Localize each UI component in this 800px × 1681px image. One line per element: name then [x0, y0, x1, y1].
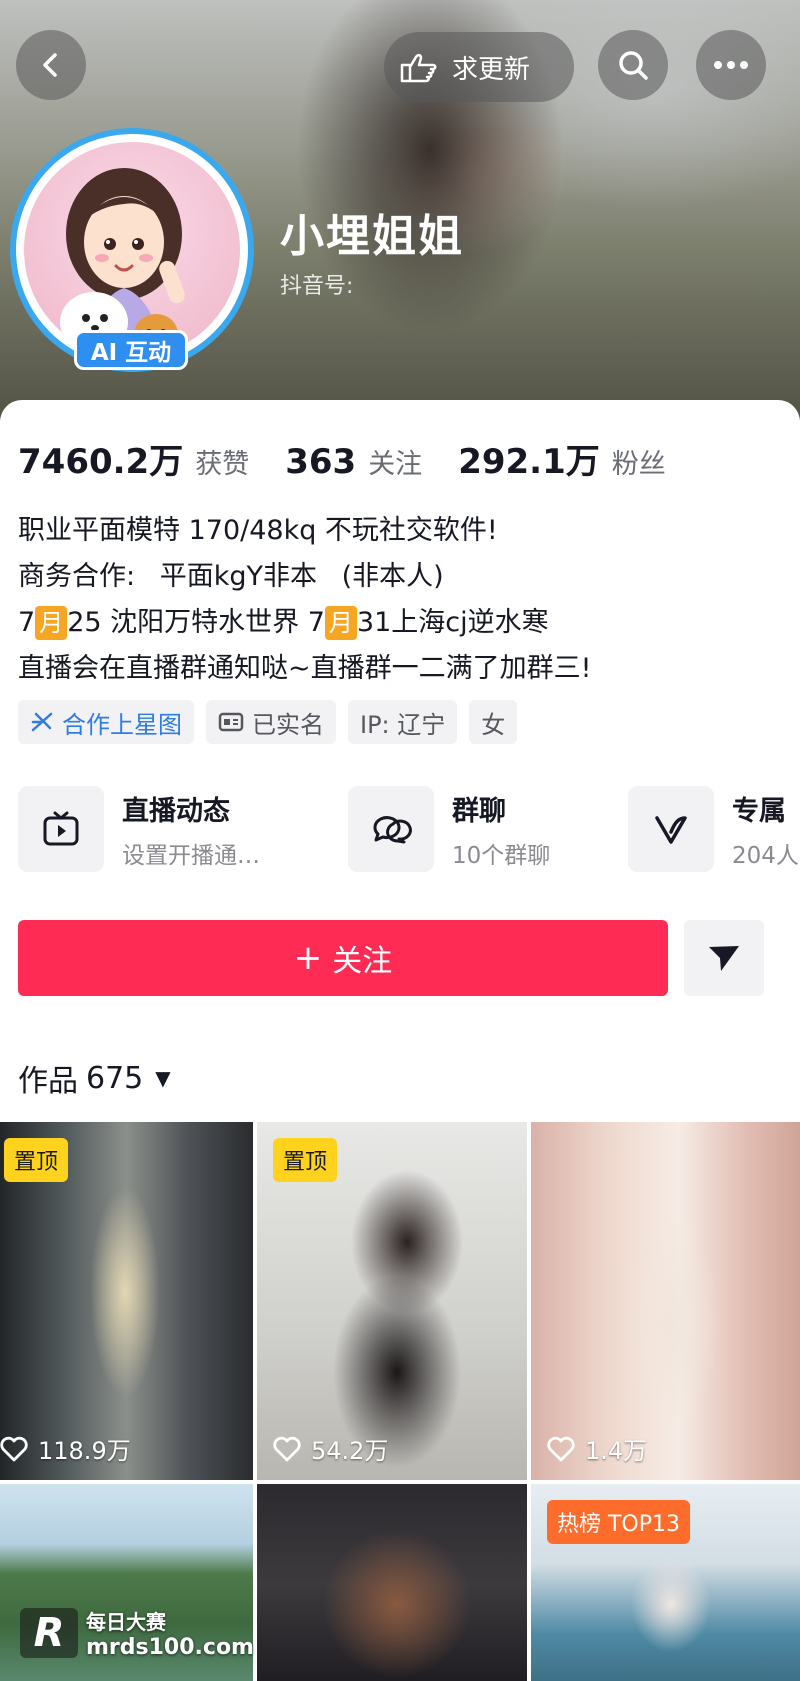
- request-update-button[interactable]: 求更新: [384, 32, 574, 102]
- month-badge: 月: [35, 606, 68, 640]
- bio-line-2-c: kgY非本: [213, 561, 317, 592]
- search-button[interactable]: [598, 30, 668, 100]
- followers-label[interactable]: 粉丝: [612, 442, 666, 481]
- caret-down-icon: ▼: [155, 1066, 171, 1090]
- video-likes: 118.9万: [0, 1431, 131, 1466]
- tag-verified[interactable]: 已实名: [206, 700, 336, 744]
- search-icon: [619, 51, 648, 80]
- bio-line-2-d: (非本人): [341, 561, 444, 592]
- video-likes: 54.2万: [273, 1431, 388, 1466]
- video-likes: 1.4万: [547, 1431, 647, 1466]
- watermark-logo: R: [20, 1608, 78, 1658]
- works-label: 作品: [18, 1064, 78, 1099]
- works-tab[interactable]: 作品 675 ▼: [18, 1056, 171, 1100]
- back-button[interactable]: [16, 30, 86, 100]
- profile-name: 小埋姐姐: [280, 211, 464, 262]
- feature-sub: 设置开播通…: [122, 842, 260, 869]
- likes-count: 7460.2万: [18, 442, 184, 482]
- send-icon: [709, 946, 739, 971]
- heart-icon: [547, 1436, 575, 1461]
- pinned-badge: 置顶: [273, 1138, 338, 1182]
- bio-line-1: 职业平面模特 170/48kq 不玩社交软件!: [18, 515, 498, 546]
- following-label[interactable]: 关注: [368, 442, 422, 481]
- bio-line-3-c: 31上海cj逆水寒: [356, 607, 549, 638]
- followers-count[interactable]: 292.1万: [458, 434, 600, 483]
- site-watermark: R 每日大赛 mrds100.com: [20, 1606, 254, 1660]
- bio-line-3-b: 25 沈阳万特水世界 7: [67, 607, 325, 638]
- more-button[interactable]: [696, 30, 766, 100]
- bio-line-2: 商务合作: 平面kgY非本 (非本人): [18, 554, 788, 600]
- tag-label: IP: 辽宁: [360, 710, 446, 739]
- profile-bio: 职业平面模特 170/48kq 不玩社交软件! 商务合作: 平面kgY非本 (非…: [18, 508, 788, 692]
- avatar-illustration: [24, 142, 240, 358]
- bio-line-3: 7 月 25 沈阳万特水世界 7 月 31上海cj逆水寒: [18, 600, 788, 646]
- following-count[interactable]: 363: [285, 442, 356, 482]
- video-thumbnail[interactable]: [257, 1484, 527, 1681]
- ai-interact-badge[interactable]: AI 互动: [74, 330, 188, 370]
- share-button[interactable]: [684, 920, 764, 996]
- tag-label: 已实名: [252, 710, 324, 739]
- more-horizontal-icon: [714, 61, 748, 69]
- tag-ip: IP: 辽宁: [348, 700, 458, 744]
- chat-bubbles-icon: [373, 816, 412, 844]
- id-card-icon: [218, 712, 244, 732]
- feature-exclusive[interactable]: 专属 204人: [628, 786, 800, 872]
- follow-button[interactable]: + 关注: [18, 920, 668, 996]
- feature-group-chat[interactable]: 群聊 10个群聊: [348, 786, 628, 872]
- feature-icon-box: [628, 786, 714, 872]
- video-thumbnail[interactable]: 1.4万: [531, 1122, 800, 1480]
- bio-line-2-b: 平面: [159, 561, 214, 592]
- tag-label: 合作上星图: [62, 710, 182, 739]
- video-thumbnail[interactable]: 置顶 54.2万: [257, 1122, 527, 1480]
- feature-icon-box: [18, 786, 104, 872]
- follow-label: 关注: [332, 944, 393, 979]
- month-badge: 月: [324, 606, 357, 640]
- star-map-icon: [31, 712, 53, 732]
- profile-stats: 7460.2万 获赞 363 关注 292.1万 粉丝: [18, 434, 702, 483]
- video-thumbnail[interactable]: 热榜 TOP13: [531, 1484, 800, 1681]
- pinned-badge: 置顶: [4, 1138, 69, 1182]
- watermark-name: 每日大赛: [86, 1610, 166, 1634]
- feature-sub: 204人: [732, 842, 799, 869]
- pointing-hand-icon: [400, 53, 437, 83]
- likes-count: 118.9万: [38, 1437, 131, 1465]
- bio-line-2-a: 商务合作:: [18, 561, 136, 592]
- video-thumbnail[interactable]: 置顶 118.9万: [0, 1122, 253, 1480]
- tag-gender: 女: [469, 700, 518, 744]
- bio-line-3-a: 7: [18, 607, 36, 638]
- tv-icon: [43, 811, 79, 846]
- bio-line-4: 直播会在直播群通知哒~直播群一二满了加群三!: [18, 653, 592, 684]
- feature-icon-box: [348, 786, 434, 872]
- likes-label: 获赞: [195, 449, 250, 480]
- douyin-id-label: 抖音号:: [280, 274, 354, 299]
- feature-row: 直播动态 设置开播通… 群聊 10个群聊 专属 204人: [18, 786, 800, 872]
- likes-count: 54.2万: [311, 1437, 389, 1465]
- works-count: 675: [86, 1060, 144, 1096]
- feature-sub: 10个群聊: [452, 842, 551, 869]
- heart-icon: [273, 1436, 301, 1461]
- tag-star-map[interactable]: 合作上星图: [18, 700, 194, 744]
- feature-title: 专属: [732, 795, 786, 827]
- request-update-label: 求更新: [452, 54, 531, 85]
- feature-title: 群聊: [452, 795, 506, 827]
- v-icon: [655, 816, 687, 844]
- profile-tags: 合作上星图 已实名 IP: 辽宁 女: [18, 700, 518, 744]
- feature-title: 直播动态: [122, 795, 230, 827]
- trending-badge: 热榜 TOP13: [547, 1500, 691, 1544]
- feature-live-updates[interactable]: 直播动态 设置开播通…: [18, 786, 314, 872]
- chevron-left-icon: [43, 53, 57, 77]
- cartoon-girl-illustration: [60, 168, 185, 358]
- watermark-url: mrds100.com: [86, 1635, 254, 1660]
- plus-icon: +: [293, 938, 323, 978]
- tag-label: 女: [481, 710, 506, 739]
- likes-count: 1.4万: [585, 1437, 648, 1465]
- heart-icon: [0, 1436, 28, 1461]
